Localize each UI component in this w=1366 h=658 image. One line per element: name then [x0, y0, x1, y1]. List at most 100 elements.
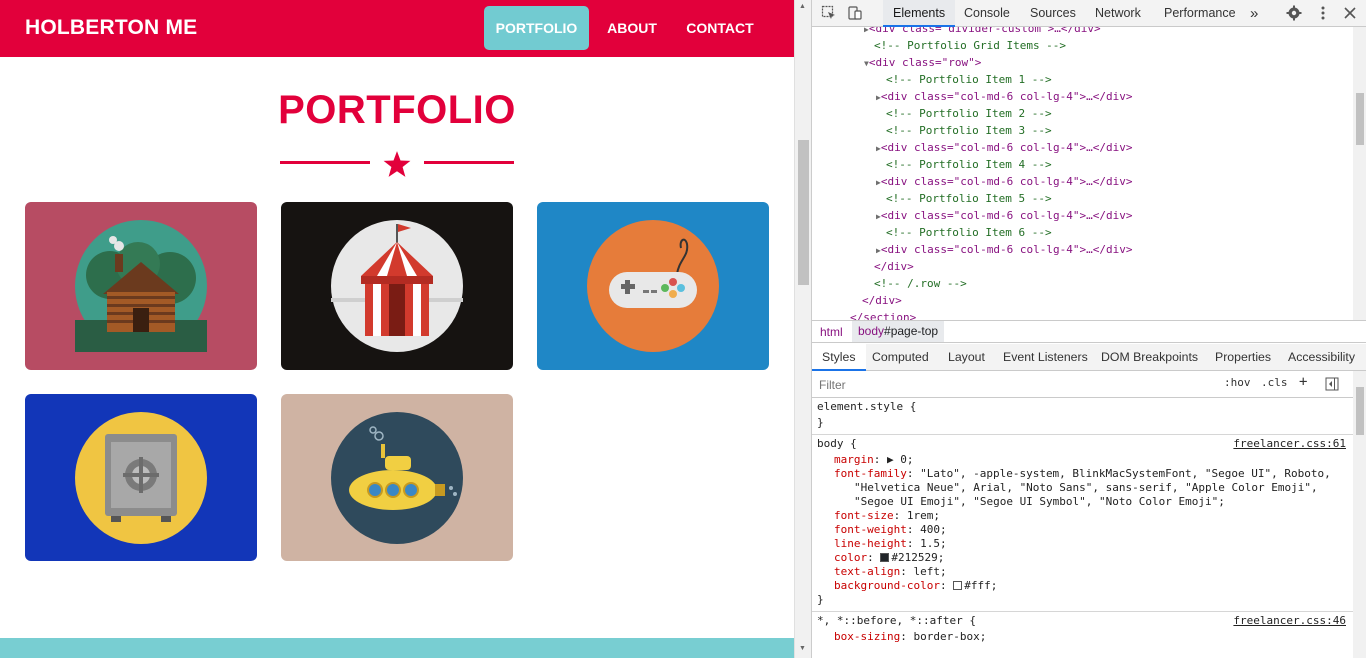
dom-node[interactable]: ▶<div class="col-md-6 col-lg-4">…</div>: [876, 139, 1133, 157]
page-scrollbar-thumb[interactable]: [798, 140, 809, 285]
tab-event-listeners[interactable]: Event Listeners: [1003, 344, 1088, 371]
styles-scrollbar-thumb[interactable]: [1356, 387, 1364, 435]
dom-node[interactable]: </div>: [874, 258, 914, 275]
css-value: 400;: [920, 523, 947, 536]
portfolio-heading: PORTFOLIO: [278, 88, 516, 132]
body-rule-source-link[interactable]: freelancer.css:61: [1233, 437, 1346, 451]
divider-line-right: [424, 161, 514, 164]
css-property: font-weight: [834, 523, 907, 536]
class-toggle-button[interactable]: .cls: [1261, 376, 1288, 389]
scroll-down-arrow-icon[interactable]: ▼: [799, 645, 806, 652]
portfolio-item-cabin[interactable]: [25, 202, 257, 370]
dom-comment[interactable]: <!-- Portfolio Item 2 -->: [886, 105, 1052, 122]
dom-tree-scrollbar-thumb[interactable]: [1356, 93, 1364, 145]
css-declaration[interactable]: font-size: 1rem;: [834, 509, 940, 523]
portfolio-item-submarine[interactable]: [281, 394, 513, 561]
breadcrumb-body[interactable]: body#page-top: [852, 321, 945, 342]
css-value: 1rem;: [906, 509, 940, 522]
close-devtools-icon[interactable]: [1342, 5, 1358, 21]
device-toolbar-icon[interactable]: [847, 5, 863, 21]
css-declaration[interactable]: background-color: #fff;: [834, 579, 997, 593]
tab-styles[interactable]: Styles: [812, 344, 866, 371]
css-property: margin: [834, 453, 874, 466]
css-declaration[interactable]: font-family: "Lato", -apple-system, Blin…: [834, 467, 1331, 481]
dom-node-text: <div class="col-md-6 col-lg-4">…</div>: [880, 209, 1133, 222]
css-value: ▶ 0;: [887, 453, 914, 466]
dom-comment[interactable]: <!-- Portfolio Item 4 -->: [886, 156, 1052, 173]
portfolio-item-circus[interactable]: [281, 202, 513, 370]
styles-pane[interactable]: element.style { } body { freelancer.css:…: [812, 398, 1353, 658]
dom-comment-text: <!-- Portfolio Item 3 -->: [886, 124, 1052, 137]
nav-contact[interactable]: CONTACT: [676, 6, 764, 50]
dom-node[interactable]: ▼<div class="row">: [864, 54, 981, 72]
rule-separator: [812, 611, 1353, 612]
dom-node[interactable]: ▶<div class="col-md-6 col-lg-4">…</div>: [876, 207, 1133, 225]
breadcrumb-body-id: #page-top: [884, 324, 939, 338]
dom-comment[interactable]: <!-- Portfolio Item 1 -->: [886, 71, 1052, 88]
devtools-panel: Elements Console Sources Network Perform…: [811, 0, 1366, 658]
tab-performance[interactable]: Performance: [1164, 0, 1236, 27]
body-selector[interactable]: body {: [817, 437, 857, 451]
dom-comment[interactable]: <!-- /.row -->: [874, 275, 967, 292]
dom-node[interactable]: ▶<div class="col-md-6 col-lg-4">…</div>: [876, 241, 1133, 259]
kebab-menu-icon[interactable]: [1315, 5, 1331, 21]
tab-console[interactable]: Console: [964, 0, 1010, 27]
styles-scrollbar[interactable]: [1353, 371, 1366, 658]
universal-selector[interactable]: *, *::before, *::after {: [817, 614, 976, 628]
toggle-sidebar-icon[interactable]: [1325, 377, 1339, 391]
dom-tree[interactable]: ▶<div class="divider-custom">…</div> <!-…: [812, 27, 1353, 320]
dom-node[interactable]: ▶<div class="col-md-6 col-lg-4">…</div>: [876, 173, 1133, 191]
divider-line-left: [280, 161, 370, 164]
breadcrumb-html[interactable]: html: [820, 325, 843, 339]
color-swatch[interactable]: [953, 581, 963, 590]
footer-strip: [0, 638, 794, 658]
new-style-rule-button[interactable]: +: [1299, 374, 1307, 390]
css-declaration[interactable]: line-height: 1.5;: [834, 537, 947, 551]
styles-filter-input[interactable]: [816, 375, 1212, 394]
dom-comment-text: <!-- Portfolio Item 6 -->: [886, 226, 1052, 239]
universal-rule-source-link[interactable]: freelancer.css:46: [1233, 614, 1346, 628]
dom-comment[interactable]: <!-- Portfolio Item 6 -->: [886, 224, 1052, 241]
settings-gear-icon[interactable]: [1286, 5, 1302, 21]
element-style-selector[interactable]: element.style {: [817, 400, 916, 414]
more-tabs-icon[interactable]: »: [1250, 0, 1258, 27]
tab-layout[interactable]: Layout: [948, 344, 985, 371]
dom-node-text: </div>: [874, 260, 914, 273]
portfolio-item-safe[interactable]: [25, 394, 257, 561]
brand-logo[interactable]: HOLBERTON ME: [25, 16, 197, 40]
hover-state-button[interactable]: :hov: [1224, 376, 1251, 389]
tab-elements[interactable]: Elements: [883, 0, 956, 27]
dom-comment-text: <!-- Portfolio Item 4 -->: [886, 158, 1052, 171]
devtools-toolbar: Elements Console Sources Network Perform…: [812, 0, 1366, 27]
portfolio-item-game[interactable]: [537, 202, 769, 370]
css-declaration[interactable]: box-sizing: border-box;: [834, 630, 986, 644]
page-scrollbar[interactable]: ▲ ▼: [794, 0, 811, 658]
css-declaration[interactable]: text-align: left;: [834, 565, 947, 579]
dom-comment[interactable]: <!-- Portfolio Grid Items -->: [874, 37, 1066, 54]
dom-node[interactable]: ▶<div class="col-md-6 col-lg-4">…</div>: [876, 88, 1133, 106]
css-declaration[interactable]: color: #212529;: [834, 551, 944, 565]
navbar: HOLBERTON ME PORTFOLIO ABOUT CONTACT: [0, 0, 794, 57]
color-swatch[interactable]: [880, 553, 890, 562]
scroll-up-arrow-icon[interactable]: ▲: [799, 3, 806, 10]
tab-dom-breakpoints[interactable]: DOM Breakpoints: [1101, 344, 1198, 371]
dom-comment[interactable]: <!-- Portfolio Item 5 -->: [886, 190, 1052, 207]
dom-tree-scrollbar[interactable]: [1353, 27, 1366, 320]
nav-portfolio[interactable]: PORTFOLIO: [484, 6, 589, 50]
css-declaration[interactable]: font-weight: 400;: [834, 523, 947, 537]
css-declaration[interactable]: margin: ▶ 0;: [834, 453, 914, 467]
css-property: background-color: [834, 579, 940, 592]
dom-comment-text: <!-- Portfolio Item 5 -->: [886, 192, 1052, 205]
tab-computed[interactable]: Computed: [872, 344, 929, 371]
inspect-element-icon[interactable]: [821, 5, 837, 21]
dom-node[interactable]: </div>: [862, 292, 902, 309]
tab-network[interactable]: Network: [1095, 0, 1141, 27]
tab-properties[interactable]: Properties: [1215, 344, 1271, 371]
website-viewport: HOLBERTON ME PORTFOLIO ABOUT CONTACT POR…: [0, 0, 794, 658]
tab-sources[interactable]: Sources: [1030, 0, 1076, 27]
nav-about[interactable]: ABOUT: [596, 6, 668, 50]
dom-node[interactable]: </section>: [850, 309, 916, 320]
game-controller-icon: [587, 220, 719, 352]
dom-comment[interactable]: <!-- Portfolio Item 3 -->: [886, 122, 1052, 139]
tab-accessibility[interactable]: Accessibility: [1288, 344, 1355, 371]
